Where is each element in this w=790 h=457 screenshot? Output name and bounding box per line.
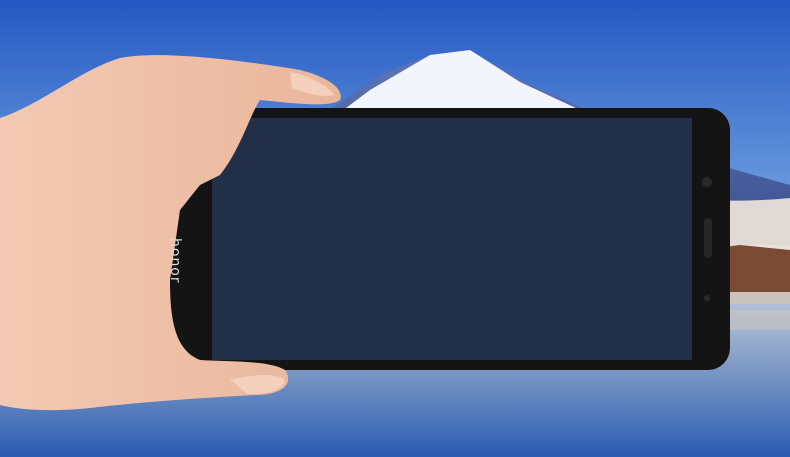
speaker-grille: [704, 218, 712, 258]
landscape-illustration: [0, 0, 790, 457]
phone-screen: [212, 118, 692, 360]
scene: honor: [0, 0, 790, 457]
front-camera-icon: [702, 177, 712, 187]
brand-logo: honor: [167, 238, 183, 284]
sensor-icon: [704, 295, 710, 301]
